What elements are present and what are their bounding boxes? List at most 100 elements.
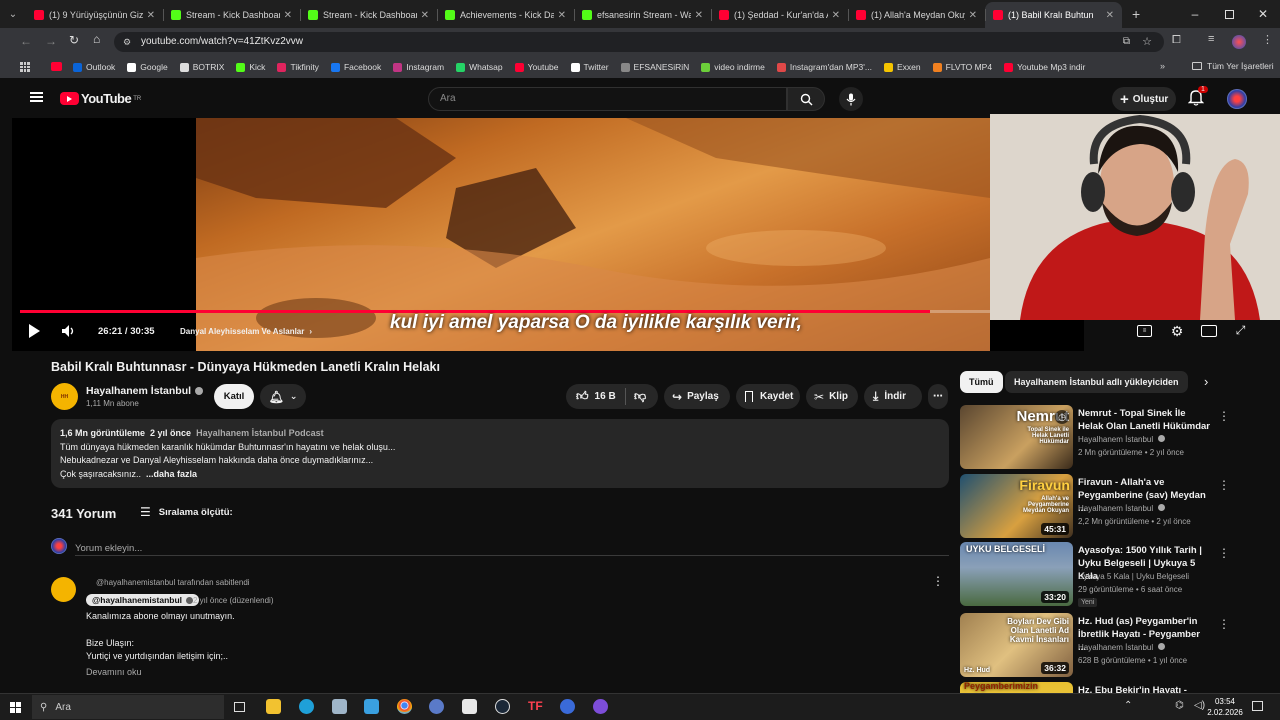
address-bar[interactable]: ⚙ youtube.com/watch?v=41ZtKvz2vvw ⧉ ☆ [114, 32, 1164, 52]
clock[interactable]: 03:54 2.02.2026 [1206, 696, 1244, 718]
subscription-bell-button[interactable]: 🔔︎ ⌄ [260, 384, 306, 409]
recommended-channel[interactable]: Hayalhanem İstanbul [1078, 504, 1166, 513]
save-button[interactable]: Kaydet [736, 384, 800, 409]
video-thumbnail[interactable]: Boyları Dev Gibi Olan Lanetli Ad Kavmi İ… [960, 613, 1073, 677]
share-button[interactable]: ↪ Paylaş [664, 384, 730, 409]
bookmark-item[interactable]: video indirme [701, 62, 765, 72]
channel-avatar[interactable]: HH [51, 383, 78, 410]
video-thumbnail[interactable]: Firavun Allah'a ve Peygamberine Meydan Ok… [960, 474, 1073, 538]
recommended-channel[interactable]: Hayalhanem İstanbul [1078, 435, 1166, 444]
browser-tab[interactable]: Stream - Kick Dashboard ✕ [300, 2, 437, 28]
add-comment-input[interactable]: Yorum ekleyin... [75, 538, 949, 556]
play-button[interactable] [26, 323, 42, 339]
more-options-icon[interactable]: ⋮ [1218, 409, 1230, 423]
join-button[interactable]: Katıl [214, 384, 254, 409]
recommended-channel[interactable]: Uykuya 5 Kala | Uyku Belgeseli [1078, 572, 1189, 581]
apps-icon[interactable] [20, 62, 30, 72]
all-bookmarks[interactable]: Tüm Yer İşaretleri [1192, 61, 1274, 71]
close-tab-icon[interactable]: ✕ [1106, 10, 1114, 21]
comment-more-icon[interactable]: ⋮ [932, 574, 944, 588]
bookmark-item[interactable]: EFSANESiRiN [620, 62, 689, 72]
profile-avatar[interactable] [1232, 35, 1246, 49]
more-options-icon[interactable]: ⋮ [1218, 478, 1230, 492]
bookmark-item[interactable]: Exxen [884, 62, 921, 72]
steam-icon[interactable] [495, 699, 510, 714]
bookmark-item[interactable]: FLVTO MP4 [932, 62, 992, 72]
recommended-video[interactable]: UYKU BELGESELİ 33:20 Ayasofya: 1500 Yıllık… [960, 542, 1260, 607]
chapter-button[interactable]: Danyal Aleyhisselam Ve Aslanlar › [180, 327, 312, 336]
app-icon[interactable] [332, 699, 347, 714]
account-avatar[interactable] [1227, 89, 1247, 109]
volume-tray-icon[interactable]: ◁) [1194, 700, 1205, 711]
extensions-icon[interactable]: ⧠ [1172, 34, 1181, 47]
network-icon[interactable]: ⌬ [1175, 700, 1184, 711]
close-tab-icon[interactable]: ✕ [421, 10, 429, 21]
bookmark-item[interactable]: BOTRIX [179, 62, 224, 72]
volume-button[interactable] [60, 323, 78, 339]
filter-chip-all[interactable]: Tümü [960, 371, 1003, 393]
notepad-icon[interactable] [462, 699, 477, 714]
windows-start-icon[interactable] [10, 702, 21, 713]
search-button[interactable] [787, 87, 825, 111]
bookmark-item[interactable]: Outlook [73, 62, 115, 72]
show-hidden-icons[interactable]: ⌃ [1124, 700, 1132, 711]
video-thumbnail[interactable]: Nemrut Topal Sinek ile Helak Lanetli Hükü… [960, 405, 1073, 469]
more-options-icon[interactable]: ⋮ [1218, 617, 1230, 631]
back-icon[interactable]: ← [20, 34, 32, 48]
maximize-icon[interactable] [1212, 9, 1246, 19]
browser-tab[interactable]: Achievements - Kick Dash ✕ [437, 2, 574, 28]
new-tab-button[interactable]: + [1132, 6, 1140, 22]
recommended-channel[interactable]: Hayalhanem İstanbul [1078, 643, 1166, 652]
reload-icon[interactable]: ↻ [69, 33, 79, 47]
pinned-comment-avatar[interactable] [51, 577, 76, 602]
tiktok-live-icon[interactable]: TF [528, 699, 543, 714]
bookmark-youtube-icon[interactable] [51, 62, 62, 71]
recommended-video[interactable]: Boyları Dev Gibi Olan Lanetli Ad Kavmi İ… [960, 613, 1260, 677]
recommended-title[interactable]: Hz. Ebu Bekir'in Hayatı - Yapay ... [1078, 684, 1210, 693]
video-thumbnail[interactable]: UYKU BELGESELİ 33:20 [960, 542, 1073, 606]
task-view-icon[interactable] [234, 702, 245, 712]
more-actions-button[interactable]: ⋯ [928, 384, 948, 409]
close-window-icon[interactable]: ✕ [1246, 7, 1280, 21]
notifications-button[interactable]: 1 [1187, 86, 1208, 109]
browser-tab[interactable]: efsanesirin Stream - Watc ✕ [574, 2, 711, 28]
search-input[interactable]: Ara [428, 87, 787, 111]
monitor-app-icon[interactable] [364, 699, 379, 714]
obs-icon[interactable] [560, 699, 575, 714]
close-tab-icon[interactable]: ✕ [284, 10, 292, 21]
subtitles-button[interactable]: ≡ [1137, 325, 1152, 337]
forward-icon[interactable]: → [45, 34, 57, 48]
description-box[interactable]: 1,6 Mn görüntüleme 2 yıl önce Hayalhanem… [51, 419, 949, 488]
close-tab-icon[interactable]: ✕ [832, 10, 840, 21]
file-explorer-icon[interactable] [266, 699, 281, 714]
browser-tab[interactable]: (1) 9 Yürüyüşçünün Gizem ✕ [26, 2, 163, 28]
close-tab-icon[interactable]: ✕ [147, 10, 155, 21]
fullscreen-button[interactable]: ⤢ [1233, 323, 1248, 338]
browser-app-icon[interactable] [429, 699, 444, 714]
clip-button[interactable]: ✂ Klip [806, 384, 858, 409]
home-icon[interactable]: ⌂ [93, 32, 100, 46]
recommended-video[interactable]: Firavun Allah'a ve Peygamberine Meydan Ok… [960, 474, 1260, 538]
notification-center-icon[interactable] [1252, 701, 1263, 711]
bookmark-item[interactable]: Instagram [393, 62, 444, 72]
filter-chip-uploader[interactable]: Hayalhanem İstanbul adlı yükleyiciden [1005, 371, 1188, 393]
comment-author-chip[interactable]: @hayalhanemistanbul [86, 594, 200, 606]
like-button[interactable]: 👍︎ 16 B [566, 388, 626, 405]
watch-later-icon[interactable]: ◷ [1055, 410, 1069, 424]
chrome-icon[interactable] [397, 699, 412, 714]
settings-button[interactable]: ⚙ [1169, 323, 1185, 339]
bookmark-item[interactable]: Tikfinity [277, 62, 319, 72]
video-player[interactable]: kul iyi amel yaparsa O da iyilikle karşı… [12, 118, 1084, 351]
hamburger-menu-icon[interactable] [30, 92, 43, 102]
voice-search-button[interactable] [839, 87, 863, 111]
browser-tab[interactable]: (1) Babil Kralı Buhtun ✕ [985, 2, 1122, 28]
channel-name[interactable]: Hayalhanem İstanbul [86, 385, 191, 397]
site-info-icon[interactable]: ⚙ [123, 32, 131, 52]
recommended-video[interactable]: Nemrut Topal Sinek ile Helak Lanetli Hükü… [960, 405, 1260, 469]
browser-tab[interactable]: (1) Şeddad - Kur'an'da Al ✕ [711, 2, 848, 28]
bookmark-item[interactable]: Kick [236, 62, 265, 72]
youtube-logo[interactable]: YouTube TR [60, 91, 141, 106]
show-more-link[interactable]: ...daha fazla [146, 469, 197, 479]
sort-button[interactable]: ☰ Sıralama ölçütü: [140, 505, 233, 519]
more-bookmarks-icon[interactable]: » [1160, 61, 1165, 71]
